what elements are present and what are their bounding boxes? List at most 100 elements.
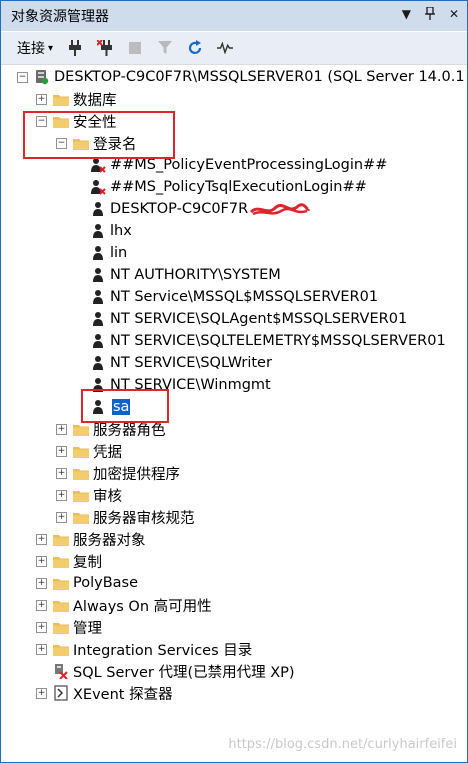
expand-toggle[interactable]: + <box>36 555 47 567</box>
activity-icon[interactable] <box>217 39 234 57</box>
tree-node-server-roles[interactable]: + 服务器角色 <box>1 418 467 440</box>
expand-toggle[interactable]: + <box>56 445 67 457</box>
expand-toggle[interactable]: + <box>56 467 67 479</box>
login-item[interactable]: NT SERVICE\SQLWriter <box>1 352 467 374</box>
node-label: 加密提供程序 <box>93 466 180 483</box>
refresh-icon[interactable] <box>187 39 203 57</box>
node-label: 服务器角色 <box>93 422 166 439</box>
xevent-icon <box>53 685 69 701</box>
login-label: NT Service\MSSQL$MSSQLSERVER01 <box>110 289 379 305</box>
login-label: lhx <box>110 223 132 239</box>
expand-toggle[interactable]: + <box>36 643 47 655</box>
node-label: Integration Services 目录 <box>73 642 253 659</box>
login-item-sa[interactable]: sa <box>1 396 467 418</box>
user-icon <box>90 245 106 261</box>
object-explorer-panel: 对象资源管理器 ▼ ✕ 连接 ▾ − DESKTOP-C9C0F7R\MSSQL… <box>0 0 468 763</box>
login-label: NT SERVICE\SQLTELEMETRY$MSSQLSERVER01 <box>110 333 446 349</box>
tree-node-polybase[interactable]: + PolyBase <box>1 572 467 594</box>
folder-icon <box>53 531 69 547</box>
tree-node-sql-agent[interactable]: SQL Server 代理(已禁用代理 XP) <box>1 660 467 682</box>
disconnect-icon[interactable] <box>97 39 113 57</box>
chevron-down-icon: ▾ <box>48 42 54 54</box>
node-label: Always On 高可用性 <box>73 598 212 615</box>
agent-disabled-icon <box>53 663 69 679</box>
expand-toggle[interactable]: + <box>36 577 47 589</box>
login-item[interactable]: NT Service\MSSQL$MSSQLSERVER01 <box>1 286 467 308</box>
user-icon <box>90 223 106 239</box>
tree-node-xevent[interactable]: + XEvent 探查器 <box>1 682 467 704</box>
folder-icon <box>53 553 69 569</box>
collapse-toggle[interactable]: − <box>56 137 67 149</box>
login-label: lin <box>110 245 128 261</box>
node-label: 复制 <box>73 554 102 571</box>
tree-node-credentials[interactable]: + 凭据 <box>1 440 467 462</box>
node-label: 服务器对象 <box>73 532 146 549</box>
expand-toggle[interactable]: + <box>36 621 47 633</box>
login-item[interactable]: ##MS_PolicyTsqlExecutionLogin## <box>1 176 467 198</box>
tree-node-integration-services[interactable]: + Integration Services 目录 <box>1 638 467 660</box>
folder-icon <box>53 91 69 107</box>
login-item[interactable]: DESKTOP-C9C0F7R <box>1 198 467 220</box>
connect-button[interactable]: 连接 ▾ <box>17 38 53 58</box>
folder-icon <box>73 465 89 481</box>
xevent-label: XEvent 探查器 <box>73 686 173 703</box>
tree-node-management[interactable]: + 管理 <box>1 616 467 638</box>
folder-icon <box>73 135 89 151</box>
login-item[interactable]: NT SERVICE\SQLAgent$MSSQLSERVER01 <box>1 308 467 330</box>
user-icon <box>90 201 106 217</box>
expand-toggle[interactable]: + <box>56 489 67 501</box>
user-icon <box>90 289 106 305</box>
login-item[interactable]: lin <box>1 242 467 264</box>
toolbar: 连接 ▾ <box>1 32 467 65</box>
login-label-selected: sa <box>112 399 131 415</box>
dropdown-icon[interactable]: ▼ <box>402 7 411 23</box>
tree-node-replication[interactable]: + 复制 <box>1 550 467 572</box>
disabled-user-icon <box>90 179 106 195</box>
tree-node-audits[interactable]: + 审核 <box>1 484 467 506</box>
panel-titlebar: 对象资源管理器 ▼ ✕ <box>1 1 467 31</box>
user-icon <box>90 333 106 349</box>
folder-icon <box>73 487 89 503</box>
collapse-toggle[interactable]: − <box>36 115 47 127</box>
user-icon <box>90 311 106 327</box>
filter-icon[interactable] <box>157 39 173 57</box>
login-item[interactable]: NT SERVICE\SQLTELEMETRY$MSSQLSERVER01 <box>1 330 467 352</box>
login-label: ##MS_PolicyEventProcessingLogin## <box>110 157 388 173</box>
plug-icon[interactable] <box>67 39 83 57</box>
security-label: 安全性 <box>73 114 117 131</box>
expand-toggle[interactable]: + <box>36 533 47 545</box>
logins-label: 登录名 <box>93 136 137 153</box>
expand-toggle[interactable]: + <box>56 423 67 435</box>
close-icon[interactable]: ✕ <box>449 7 459 23</box>
login-item[interactable]: ##MS_PolicyEventProcessingLogin## <box>1 154 467 176</box>
node-label: 服务器审核规范 <box>93 510 195 527</box>
folder-icon <box>53 641 69 657</box>
expand-toggle[interactable]: + <box>36 599 47 611</box>
tree-node-server[interactable]: − DESKTOP-C9C0F7R\MSSQLSERVER01 (SQL Ser… <box>1 66 467 88</box>
pin-icon[interactable] <box>424 6 435 23</box>
expand-toggle[interactable]: + <box>36 93 47 105</box>
tree-node-databases[interactable]: + 数据库 <box>1 88 467 110</box>
databases-label: 数据库 <box>73 92 117 109</box>
expand-toggle[interactable]: + <box>56 511 67 523</box>
user-icon <box>90 355 106 371</box>
expand-toggle[interactable]: + <box>36 687 47 699</box>
login-label: NT AUTHORITY\SYSTEM <box>110 267 281 283</box>
login-item[interactable]: NT SERVICE\Winmgmt <box>1 374 467 396</box>
login-item[interactable]: NT AUTHORITY\SYSTEM <box>1 264 467 286</box>
tree-node-server-objects[interactable]: + 服务器对象 <box>1 528 467 550</box>
folder-icon <box>73 443 89 459</box>
tree-node-logins[interactable]: − 登录名 <box>1 132 467 154</box>
login-item[interactable]: lhx <box>1 220 467 242</box>
tree-node-security[interactable]: − 安全性 <box>1 110 467 132</box>
tree-node-crypto-providers[interactable]: + 加密提供程序 <box>1 462 467 484</box>
login-label: NT SERVICE\Winmgmt <box>110 377 271 393</box>
tree-node-always-on[interactable]: + Always On 高可用性 <box>1 594 467 616</box>
tree-node-server-audit-specs[interactable]: + 服务器审核规范 <box>1 506 467 528</box>
folder-icon <box>53 597 69 613</box>
watermark: https://blog.csdn.net/curlyhairfeifei <box>228 737 457 752</box>
login-label: ##MS_PolicyTsqlExecutionLogin## <box>110 179 367 195</box>
connect-label: 连接 <box>17 41 45 57</box>
stop-icon[interactable] <box>127 39 143 57</box>
collapse-toggle[interactable]: − <box>17 71 28 83</box>
